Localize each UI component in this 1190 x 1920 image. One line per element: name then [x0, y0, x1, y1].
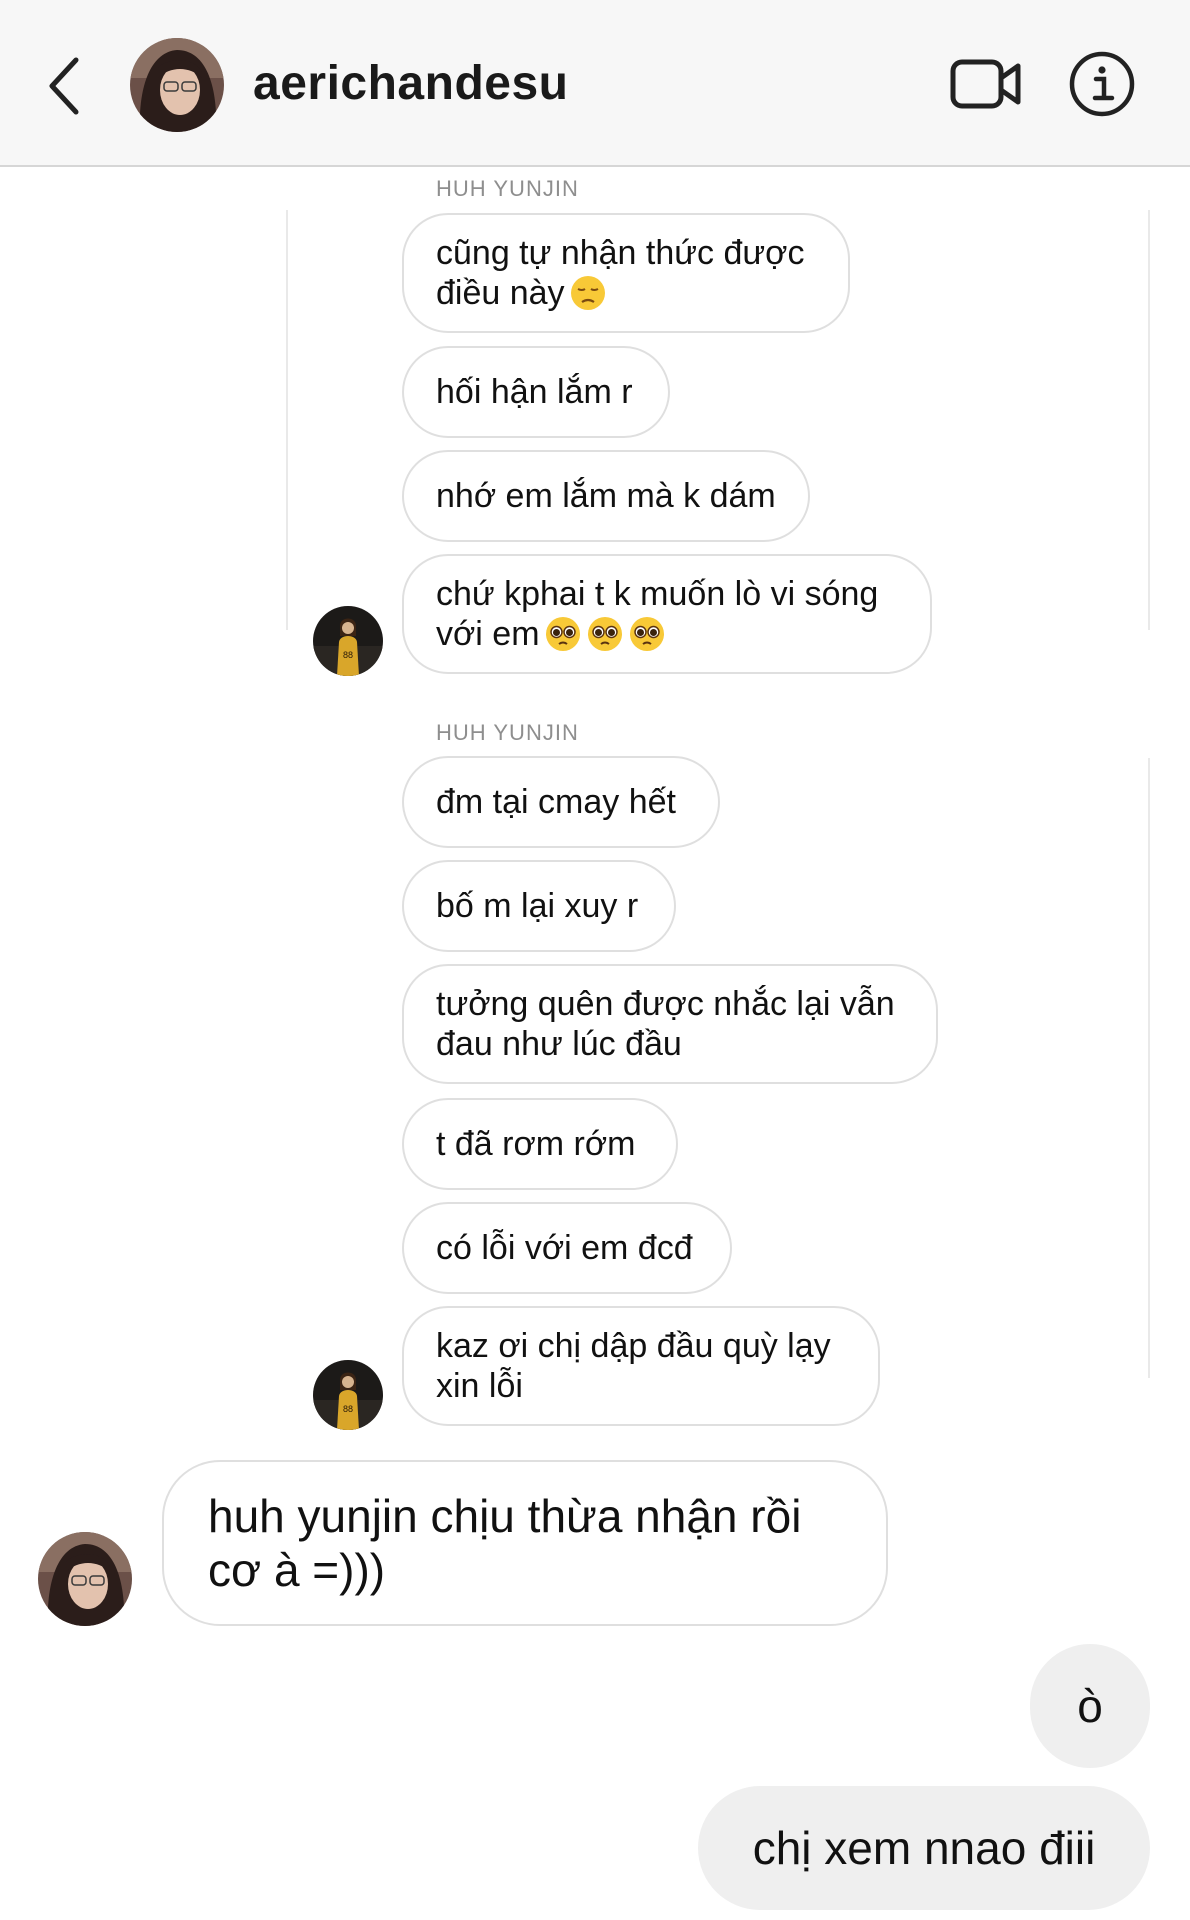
message-bubble[interactable]: hối hận lắm r [402, 346, 670, 438]
message-bubble[interactable]: cũng tự nhận thức được điều này [402, 213, 850, 333]
contact-avatar-small[interactable] [38, 1532, 132, 1626]
message-text: huh yunjin chịu thừa nhận rồi cơ à =))) [208, 1490, 802, 1596]
message-text: đm tại cmay hết [436, 783, 676, 821]
message-text: ò [1077, 1680, 1103, 1732]
message-bubble[interactable]: bố m lại xuy r [402, 860, 676, 952]
message-text: nhớ em lắm mà k dám [436, 477, 776, 515]
video-call-icon[interactable] [950, 56, 1022, 112]
message-text: có lỗi với em đcđ [436, 1229, 693, 1267]
sender-avatar[interactable]: 88 [313, 1360, 383, 1430]
message-bubble[interactable]: tưởng quên được nhắc lại vẫn đau như lúc… [402, 964, 938, 1084]
message-bubble[interactable]: chứ kphai t k muốn lò vi sóng với em [402, 554, 932, 674]
message-text: chứ kphai t k muốn lò vi sóng với em [436, 575, 879, 653]
quote-divider [286, 210, 288, 630]
svg-text:88: 88 [343, 650, 353, 660]
quote-divider [1148, 758, 1150, 1378]
message-bubble[interactable]: nhớ em lắm mà k dám [402, 450, 810, 542]
outgoing-message-bubble[interactable]: chị xem nnao điii [698, 1786, 1150, 1910]
message-text: chị xem nnao điii [752, 1822, 1096, 1874]
contact-avatar[interactable] [130, 38, 224, 132]
quote-divider [1148, 210, 1150, 630]
back-arrow-icon[interactable] [44, 54, 84, 118]
chat-header: aerichandesu [0, 0, 1190, 167]
outgoing-message-bubble[interactable]: ò [1030, 1644, 1150, 1768]
pensive-face-icon [570, 276, 605, 310]
message-text: cũng tự nhận thức được điều này [436, 234, 805, 312]
sender-label: HUH YUNJIN [436, 176, 579, 201]
svg-text:88: 88 [343, 1404, 353, 1414]
message-bubble[interactable]: kaz ơi chị dập đầu quỳ lạy xin lỗi [402, 1306, 880, 1426]
pleading-face-icon [545, 617, 580, 651]
message-text: kaz ơi chị dập đầu quỳ lạy xin lỗi [436, 1327, 831, 1405]
sender-label: HUH YUNJIN [436, 720, 579, 745]
message-bubble[interactable]: t đã rơm rớm [402, 1098, 678, 1190]
pleading-face-icon [629, 617, 664, 651]
contact-username[interactable]: aerichandesu [253, 56, 568, 111]
message-bubble[interactable]: có lỗi với em đcđ [402, 1202, 732, 1294]
pleading-face-icon [587, 617, 622, 651]
sender-avatar[interactable]: 88 [313, 606, 383, 676]
message-text: t đã rơm rớm [436, 1125, 636, 1163]
message-bubble[interactable]: đm tại cmay hết [402, 756, 720, 848]
message-text: tưởng quên được nhắc lại vẫn đau như lúc… [436, 985, 895, 1063]
incoming-message-bubble[interactable]: huh yunjin chịu thừa nhận rồi cơ à =))) [162, 1460, 888, 1626]
message-text: bố m lại xuy r [436, 887, 639, 925]
message-text: hối hận lắm r [436, 373, 633, 411]
info-icon[interactable] [1068, 50, 1136, 118]
